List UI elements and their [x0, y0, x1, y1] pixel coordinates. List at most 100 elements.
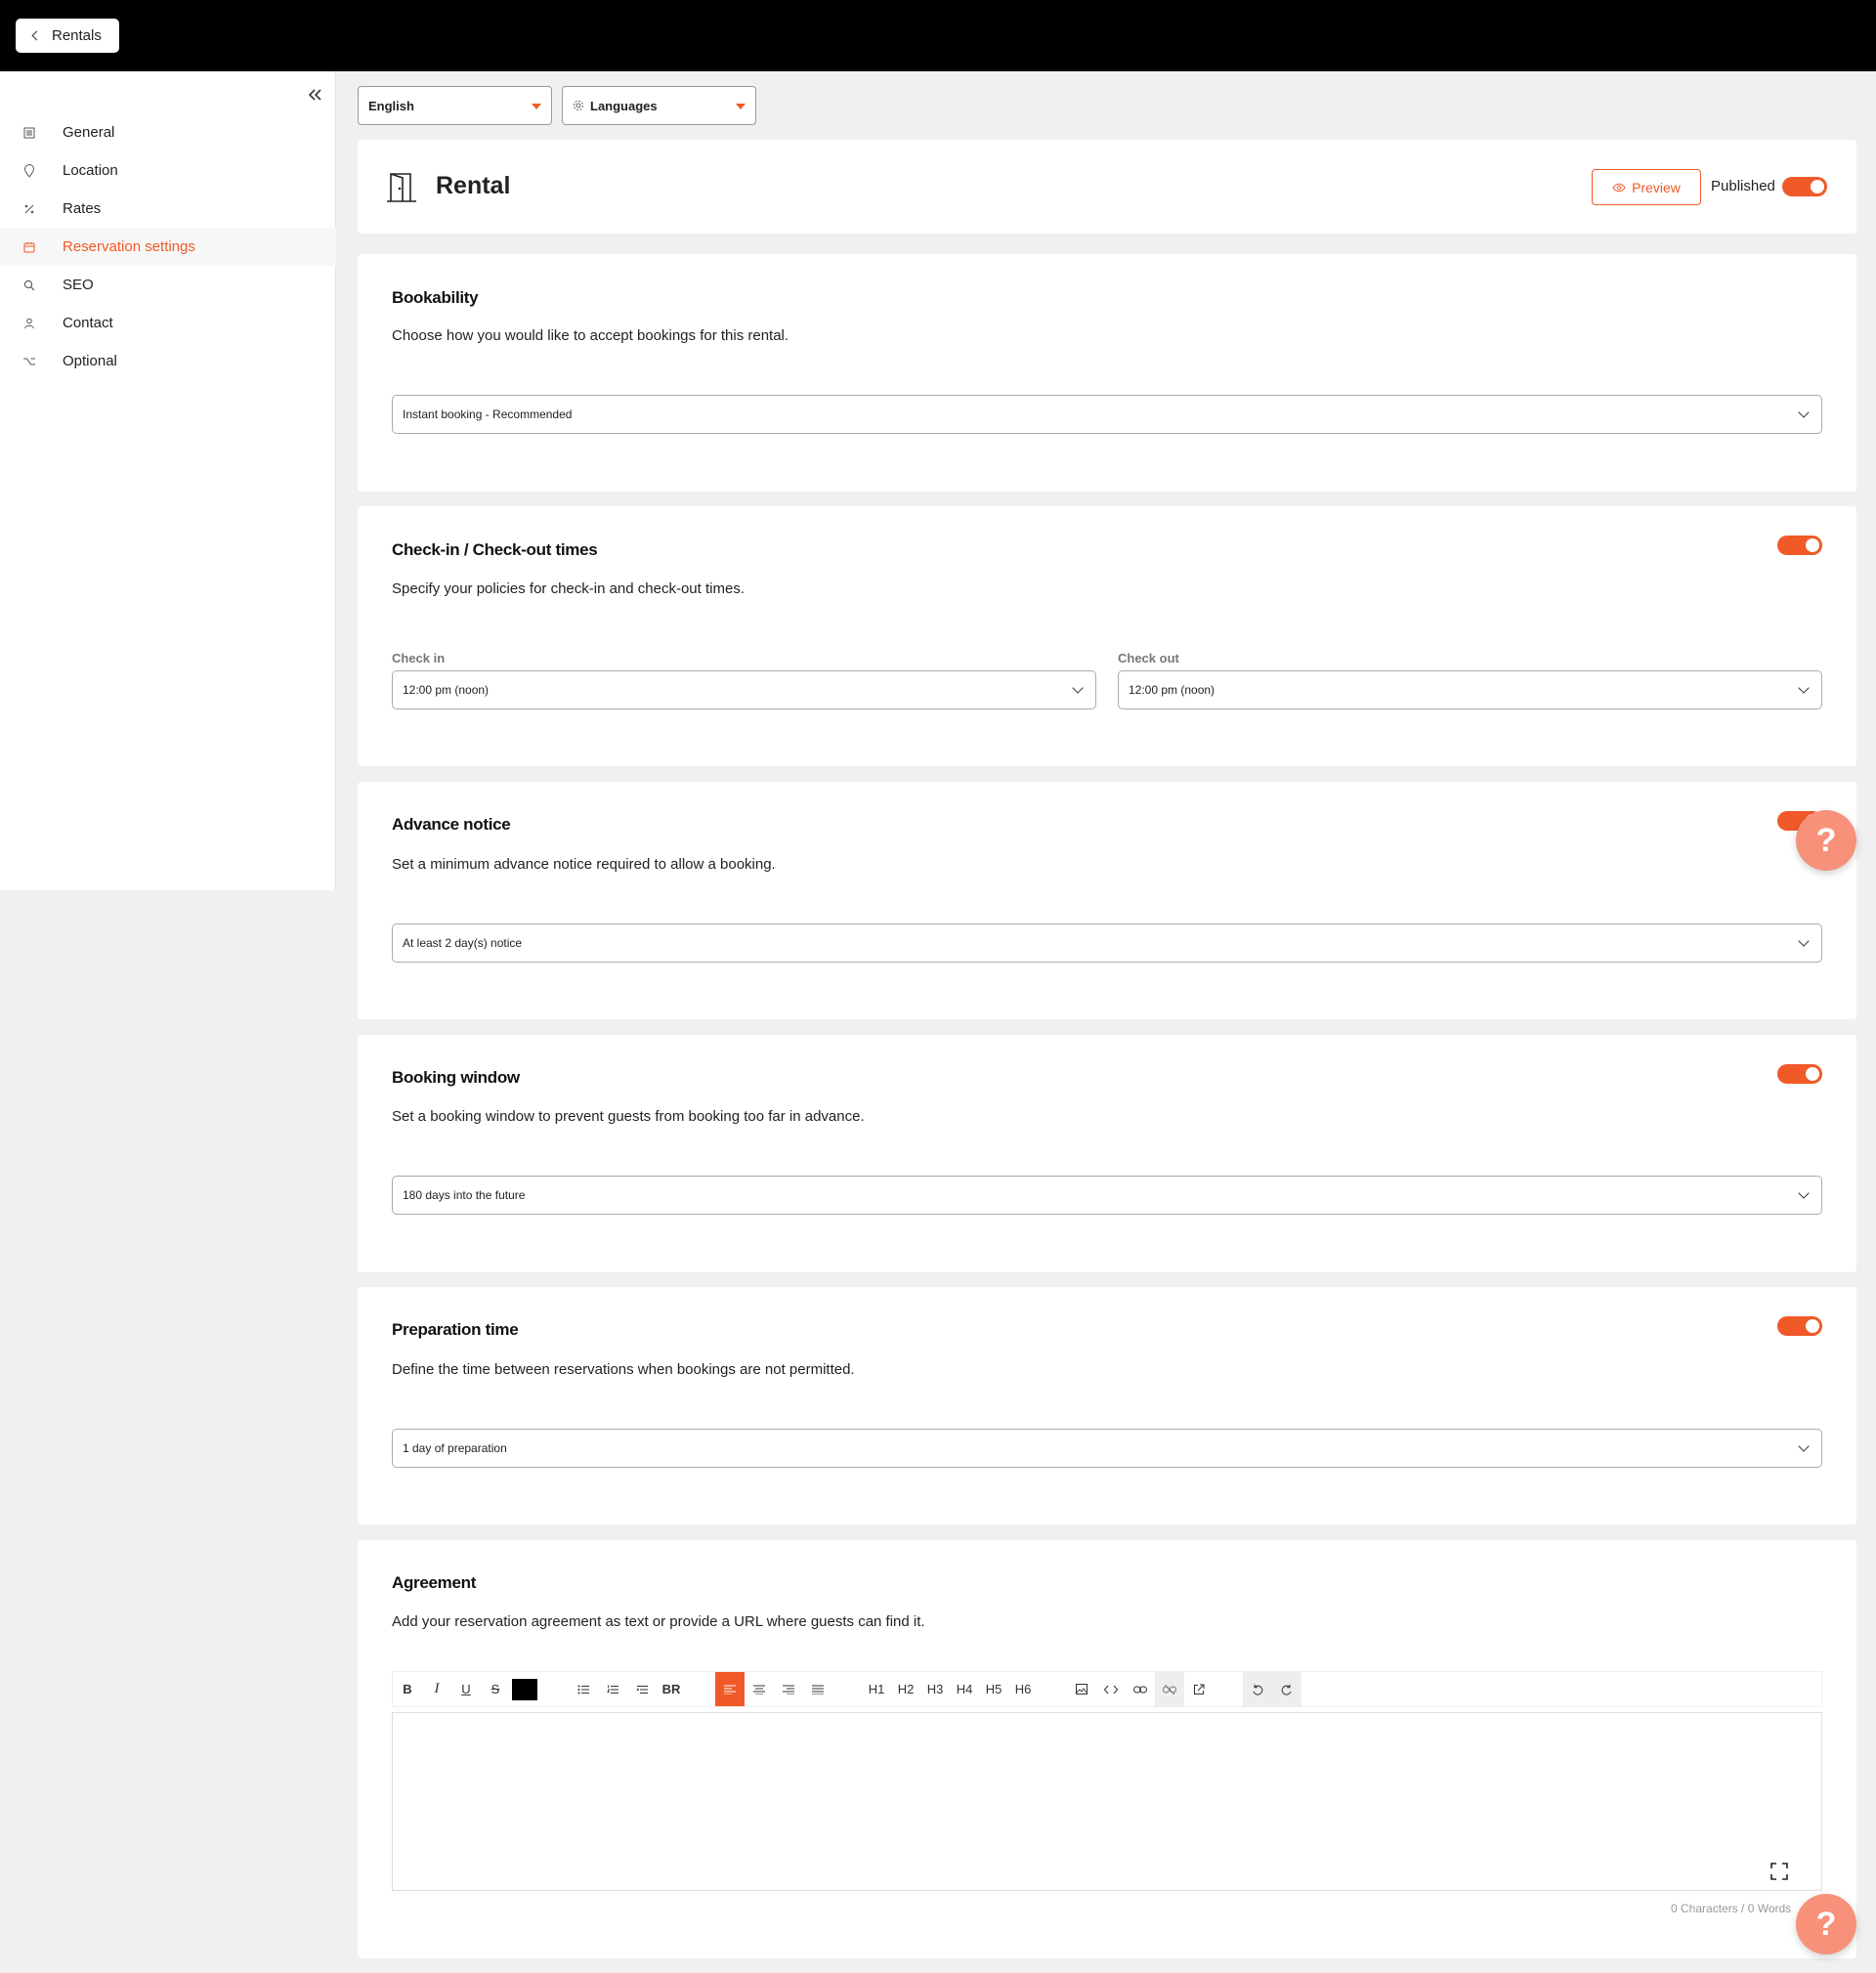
language-controls: English Languages	[358, 86, 756, 125]
calendar-icon	[22, 240, 36, 254]
italic-button[interactable]: I	[422, 1672, 451, 1706]
numbered-list-icon	[607, 1685, 618, 1694]
indent-list-button[interactable]	[627, 1672, 657, 1706]
bookability-card: Bookability Choose how you would like to…	[358, 254, 1856, 492]
align-right-icon	[783, 1685, 794, 1694]
checkin-select[interactable]: 12:00 pm (noon)	[392, 670, 1096, 709]
unlink-button[interactable]	[1155, 1672, 1184, 1706]
align-right-button[interactable]	[774, 1672, 803, 1706]
bold-button[interactable]: B	[393, 1672, 422, 1706]
editor-toolbar: B I U S BR H1 H2 H3 H4 H5 H6	[392, 1671, 1822, 1707]
language-select-value: English	[368, 98, 414, 113]
line-break-button[interactable]: BR	[657, 1672, 686, 1706]
indent-list-icon	[636, 1685, 648, 1694]
align-center-button[interactable]	[745, 1672, 774, 1706]
strikethrough-button[interactable]: S	[481, 1672, 510, 1706]
agreement-editor[interactable]	[392, 1712, 1822, 1891]
sidebar-item-rates[interactable]: Rates	[0, 190, 336, 228]
advance-notice-select[interactable]: At least 2 day(s) notice	[392, 923, 1822, 963]
percent-icon	[22, 202, 36, 216]
image-icon	[1076, 1684, 1087, 1694]
section-title: Booking window	[392, 1068, 520, 1087]
page-title: Rental	[436, 172, 511, 199]
preparation-time-toggle[interactable]	[1777, 1316, 1822, 1336]
align-justify-icon	[812, 1685, 824, 1694]
section-description: Define the time between reservations whe…	[392, 1361, 855, 1378]
section-description: Set a minimum advance notice required to…	[392, 856, 776, 873]
eye-icon	[1612, 183, 1626, 192]
heading-2-button[interactable]: H2	[891, 1672, 920, 1706]
booking-window-select[interactable]: 180 days into the future	[392, 1176, 1822, 1215]
section-description: Set a booking window to prevent guests f…	[392, 1108, 865, 1125]
undo-button[interactable]	[1243, 1672, 1272, 1706]
open-link-button[interactable]	[1184, 1672, 1214, 1706]
booking-window-card: Booking window Set a booking window to p…	[358, 1035, 1856, 1272]
align-justify-button[interactable]	[803, 1672, 832, 1706]
sidebar-item-label: Contact	[63, 315, 113, 331]
redo-button[interactable]	[1272, 1672, 1301, 1706]
sidebar-item-label: SEO	[63, 277, 94, 293]
text-color-picker[interactable]	[512, 1678, 537, 1700]
heading-1-button[interactable]: H1	[862, 1672, 891, 1706]
help-button[interactable]: ?	[1796, 1894, 1856, 1954]
insert-link-button[interactable]	[1126, 1672, 1155, 1706]
chevron-down-icon	[1798, 1440, 1810, 1452]
section-description: Choose how you would like to accept book…	[392, 327, 789, 344]
section-title: Advance notice	[392, 815, 511, 834]
checkin-select-value: 12:00 pm (noon)	[403, 683, 490, 697]
fullscreen-icon[interactable]	[1770, 1863, 1788, 1880]
language-select[interactable]: English	[358, 86, 552, 125]
checkin-checkout-toggle[interactable]	[1777, 536, 1822, 555]
bookability-select[interactable]: Instant booking - Recommended	[392, 395, 1822, 434]
sidebar-item-optional[interactable]: Optional	[0, 342, 336, 380]
checkout-select[interactable]: 12:00 pm (noon)	[1118, 670, 1822, 709]
top-bar: Rentals	[0, 0, 1876, 71]
align-left-button[interactable]	[715, 1672, 745, 1706]
chevron-down-icon	[1072, 682, 1084, 694]
languages-settings-select[interactable]: Languages	[562, 86, 756, 125]
option-icon	[22, 355, 36, 368]
booking-window-toggle[interactable]	[1777, 1064, 1822, 1084]
section-title: Agreement	[392, 1573, 477, 1592]
chevron-left-icon	[31, 30, 42, 41]
checkin-label: Check in	[392, 651, 446, 665]
published-toggle[interactable]	[1782, 177, 1827, 196]
sidebar-nav: General Location Rates Reservation setti…	[0, 113, 336, 380]
align-center-icon	[753, 1685, 765, 1694]
door-icon	[387, 173, 416, 202]
preparation-time-select[interactable]: 1 day of preparation	[392, 1429, 1822, 1468]
sidebar-item-label: General	[63, 124, 115, 141]
checkout-label: Check out	[1118, 651, 1179, 665]
advance-notice-select-value: At least 2 day(s) notice	[403, 936, 523, 950]
heading-6-button[interactable]: H6	[1008, 1672, 1038, 1706]
section-title: Check-in / Check-out times	[392, 540, 598, 559]
back-button-label: Rentals	[52, 27, 102, 44]
underline-button[interactable]: U	[451, 1672, 481, 1706]
numbered-list-button[interactable]	[598, 1672, 627, 1706]
insert-image-button[interactable]	[1067, 1672, 1096, 1706]
sidebar-item-location[interactable]: Location	[0, 151, 336, 190]
published-label: Published	[1711, 178, 1775, 194]
section-title: Preparation time	[392, 1320, 519, 1339]
gear-icon	[573, 100, 584, 111]
agreement-card: Agreement Add your reservation agreement…	[358, 1540, 1856, 1958]
heading-3-button[interactable]: H3	[920, 1672, 950, 1706]
sidebar-item-contact[interactable]: Contact	[0, 304, 336, 342]
advance-notice-card: Advance notice Set a minimum advance not…	[358, 782, 1856, 1019]
rental-header-card: Rental Preview Published	[358, 140, 1856, 234]
collapse-sidebar-icon[interactable]	[306, 85, 325, 105]
bullet-list-button[interactable]	[569, 1672, 598, 1706]
heading-5-button[interactable]: H5	[979, 1672, 1008, 1706]
sidebar-item-seo[interactable]: SEO	[0, 266, 336, 304]
chevron-down-icon	[1798, 1187, 1810, 1199]
back-to-rentals-button[interactable]: Rentals	[16, 19, 119, 53]
code-button[interactable]	[1096, 1672, 1126, 1706]
preview-button[interactable]: Preview	[1592, 169, 1701, 205]
sidebar-item-general[interactable]: General	[0, 113, 336, 151]
search-icon	[22, 279, 36, 292]
caret-down-icon	[532, 104, 541, 109]
help-button[interactable]: ?	[1796, 810, 1856, 871]
sidebar-item-reservation-settings[interactable]: Reservation settings	[0, 228, 336, 266]
languages-select-label: Languages	[590, 98, 658, 113]
heading-4-button[interactable]: H4	[950, 1672, 979, 1706]
